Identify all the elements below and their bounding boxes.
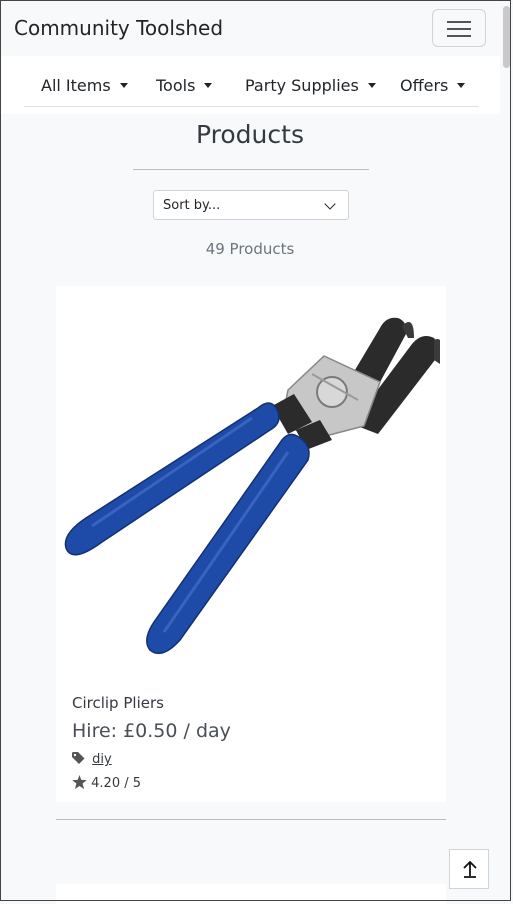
title-divider: [133, 169, 369, 170]
caret-down-icon: [204, 83, 213, 88]
product-count: 49 Products: [205, 240, 295, 258]
navbar: Community Toolshed: [0, 0, 500, 56]
brand-logo[interactable]: Community Toolshed: [14, 16, 223, 40]
nav-offers[interactable]: Offers: [400, 76, 466, 95]
nav-party-supplies[interactable]: Party Supplies: [245, 76, 376, 95]
back-to-top-button[interactable]: [449, 849, 489, 889]
menu-toggle-button[interactable]: [432, 9, 486, 47]
page-title: Products: [196, 120, 304, 149]
product-name[interactable]: Circlip Pliers: [72, 694, 164, 712]
card-divider: [56, 819, 446, 820]
sort-select-value: Sort by...: [163, 198, 221, 213]
nav-tools[interactable]: Tools: [156, 76, 213, 95]
chevron-down-icon: [324, 198, 336, 210]
product-image[interactable]: [62, 294, 440, 662]
nav-menu: All Items Tools Party Supplies Offers: [0, 56, 500, 114]
tag-link[interactable]: diy: [92, 752, 112, 767]
caret-down-icon: [457, 83, 466, 88]
caret-down-icon: [367, 83, 376, 88]
product-tag: diy: [72, 752, 112, 767]
product-price: Hire: £0.50 / day: [72, 720, 231, 742]
caret-down-icon: [119, 83, 128, 88]
arrow-up-icon: [463, 860, 477, 878]
product-card[interactable]: Circlip Pliers Hire: £0.50 / day diy 4.2…: [56, 286, 446, 802]
product-rating: 4.20 / 5: [72, 775, 141, 791]
star-icon: [72, 775, 87, 789]
hamburger-icon: [447, 21, 471, 23]
scrollbar[interactable]: [502, 4, 511, 896]
tag-icon: [72, 752, 85, 764]
nav-all-items[interactable]: All Items: [41, 76, 128, 95]
rating-value: 4.20 / 5: [91, 776, 142, 791]
product-card[interactable]: [56, 884, 446, 904]
sort-select[interactable]: Sort by...: [153, 190, 349, 220]
